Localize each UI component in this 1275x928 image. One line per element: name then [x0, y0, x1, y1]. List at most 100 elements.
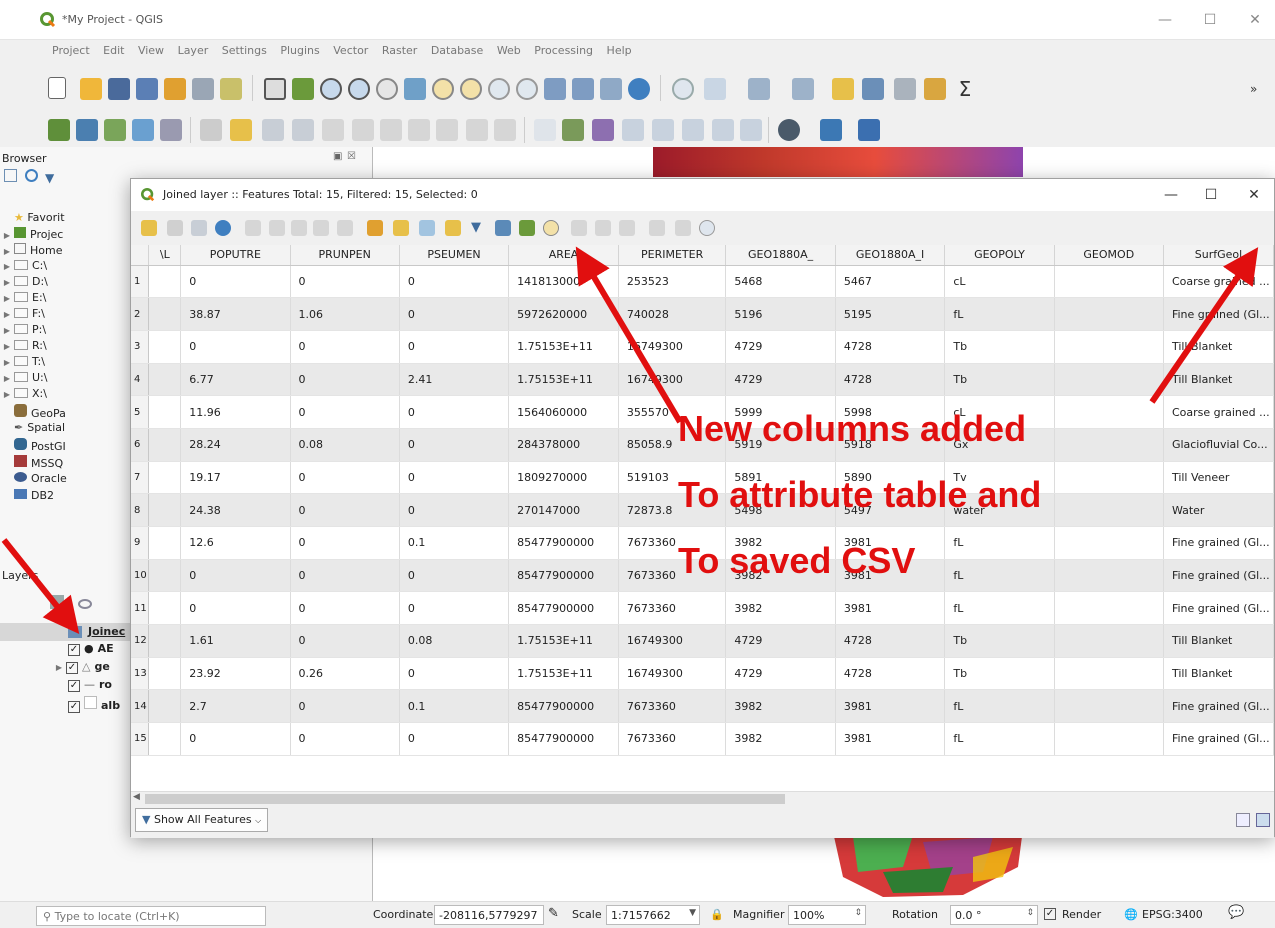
row-header[interactable]: 5: [131, 395, 150, 429]
zoom-last-icon[interactable]: [488, 78, 510, 100]
table-row[interactable]: 2 38.87 1.06 0 5972620000 740028 5196 5195 fL Fin…: [131, 297, 1274, 331]
table-cell[interactable]: 28.24: [180, 428, 291, 462]
browser-item-drive-f[interactable]: ▶ F:\: [0, 307, 45, 323]
menu-plugins[interactable]: Plugins: [275, 40, 324, 57]
browser-item-drive-x[interactable]: ▶ X:\: [0, 387, 47, 403]
new-map-view-icon[interactable]: [544, 78, 566, 100]
table-cell[interactable]: 7673360: [618, 689, 727, 724]
table-cell[interactable]: Tb: [944, 624, 1055, 658]
dock-table-icon[interactable]: [675, 220, 691, 236]
table-cell[interactable]: 0: [290, 526, 400, 560]
table-cell[interactable]: 0: [290, 363, 400, 397]
move-selection-top-icon[interactable]: [495, 220, 511, 236]
table-cell[interactable]: [1054, 395, 1164, 429]
table-cell[interactable]: [1054, 330, 1164, 364]
paste-icon[interactable]: [337, 220, 353, 236]
table-cell[interactable]: Tb: [944, 657, 1055, 691]
open-project-icon[interactable]: [80, 78, 102, 100]
browser-item-spatialite[interactable]: ✒ Spatial: [14, 421, 65, 437]
table-cell[interactable]: 2.7: [180, 689, 291, 724]
table-cell[interactable]: 0: [290, 722, 400, 756]
table-cell[interactable]: [1054, 461, 1164, 495]
table-cell[interactable]: 0: [399, 493, 510, 527]
new-print-layout-icon[interactable]: [164, 78, 186, 100]
table-cell[interactable]: Water: [1163, 493, 1274, 527]
multi-edit-icon[interactable]: [167, 220, 183, 236]
table-cell[interactable]: 0: [290, 591, 400, 626]
select-by-value-icon[interactable]: [792, 78, 814, 100]
row-header[interactable]: 7: [131, 461, 150, 495]
table-cell[interactable]: [1054, 493, 1164, 527]
table-cell[interactable]: Coarse grained ...: [1163, 265, 1274, 299]
browser-item-favorites[interactable]: ★ Favorit: [0, 211, 65, 227]
column-header[interactable]: AREA: [508, 245, 619, 266]
table-cell[interactable]: 1.75153E+11: [508, 624, 619, 658]
table-cell[interactable]: [1054, 689, 1164, 724]
label-toolbar-icon[interactable]: [534, 119, 556, 141]
table-cell[interactable]: [148, 265, 182, 299]
table-cell[interactable]: [1054, 722, 1164, 756]
table-cell[interactable]: [1054, 526, 1164, 560]
browser-item-drive-c[interactable]: ▶ C:\: [0, 259, 47, 275]
table-cell[interactable]: 4729: [725, 330, 836, 364]
save-project-icon[interactable]: [108, 78, 130, 100]
table-cell[interactable]: 1.75153E+11: [508, 657, 619, 691]
table-cell[interactable]: 16749300: [618, 657, 727, 691]
chevron-down-icon[interactable]: ▼: [689, 908, 696, 918]
table-cell[interactable]: 16749300: [618, 624, 727, 658]
browser-item-drive-p[interactable]: ▶ P:\: [0, 323, 46, 339]
scroll-left-icon[interactable]: ◀: [133, 792, 140, 802]
refresh-browser-icon[interactable]: [24, 169, 38, 182]
digitize-icon[interactable]: [292, 119, 314, 141]
table-cell[interactable]: 0: [180, 591, 291, 626]
toolbar-overflow-icon[interactable]: »: [1250, 78, 1272, 100]
browser-item-drive-e[interactable]: ▶ E:\: [0, 291, 46, 307]
menu-project[interactable]: Project: [47, 40, 95, 57]
table-cell[interactable]: Coarse grained ...: [1163, 395, 1274, 429]
pin-labels-icon[interactable]: [622, 119, 644, 141]
table-cell[interactable]: 284378000: [508, 428, 619, 462]
browser-item-postgis[interactable]: PostGI: [14, 438, 66, 454]
float-panel-icon[interactable]: ▣: [333, 151, 342, 162]
table-cell[interactable]: [148, 657, 182, 691]
table-cell[interactable]: 1.75153E+11: [508, 330, 619, 364]
table-cell[interactable]: Till Blanket: [1163, 624, 1274, 658]
delete-field-icon[interactable]: [595, 220, 611, 236]
scrollbar-thumb[interactable]: [145, 794, 785, 804]
add-raster-icon[interactable]: [132, 119, 154, 141]
table-cell[interactable]: 0.08: [290, 428, 400, 462]
table-cell[interactable]: Fine grained (Gl...: [1163, 591, 1274, 626]
row-header[interactable]: 15: [131, 722, 150, 756]
current-edits-icon[interactable]: [200, 119, 222, 141]
zoom-next-icon[interactable]: [516, 78, 538, 100]
table-row[interactable]: 3 0 0 0 1.75153E+11 16749300 4729 4728 Tb Till Bl…: [131, 330, 1274, 364]
browser-item-drive-d[interactable]: ▶ D:\: [0, 275, 48, 291]
attribute-grid[interactable]: \L POPUTRE PRUNPEN PSEUMEN AREA PERIMETE…: [131, 245, 1274, 790]
table-cell[interactable]: fL: [944, 559, 1055, 593]
table-cell[interactable]: 0: [399, 722, 510, 756]
table-cell[interactable]: 141813000: [508, 265, 619, 299]
row-header[interactable]: 13: [131, 657, 150, 691]
expand-arrow-icon[interactable]: ▶: [0, 342, 14, 351]
checkbox-checked-icon[interactable]: ✓: [68, 701, 80, 713]
table-cell[interactable]: 0.08: [399, 624, 510, 658]
table-cell[interactable]: [1054, 559, 1164, 593]
expand-arrow-icon[interactable]: ▶: [0, 262, 14, 271]
table-cell[interactable]: 0: [290, 395, 400, 429]
table-cell[interactable]: 0: [180, 722, 291, 756]
table-cell[interactable]: 0: [399, 265, 510, 299]
render-checkbox[interactable]: ✓: [1044, 908, 1056, 920]
table-cell[interactable]: [148, 330, 182, 364]
pan-to-selected-icon[interactable]: [519, 220, 535, 236]
corner-header[interactable]: [131, 245, 150, 266]
actions-icon[interactable]: [699, 220, 715, 236]
column-header[interactable]: GEOMOD: [1054, 245, 1164, 266]
table-cell[interactable]: [1054, 428, 1164, 462]
table-cell[interactable]: 1564060000: [508, 395, 619, 429]
add-selected-icon[interactable]: [4, 169, 17, 182]
table-cell[interactable]: [148, 428, 182, 462]
menu-database[interactable]: Database: [426, 40, 489, 57]
table-cell[interactable]: 4728: [835, 657, 946, 691]
zoom-selection-icon[interactable]: [432, 78, 454, 100]
expand-arrow-icon[interactable]: ▶: [52, 663, 66, 672]
